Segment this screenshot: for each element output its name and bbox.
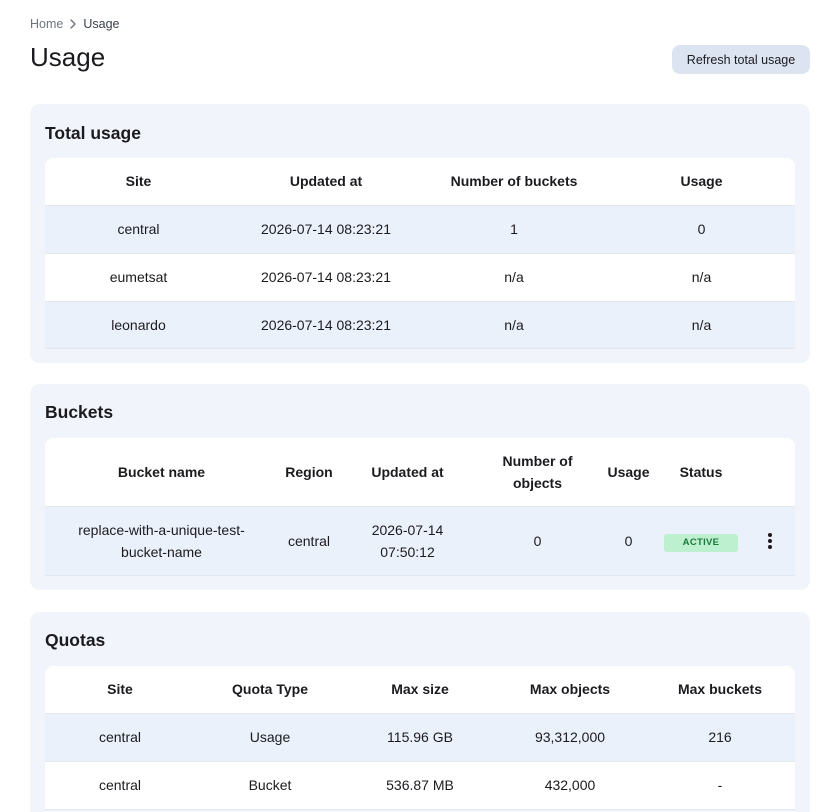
cell-site: eumetsat: [45, 253, 232, 302]
column-header-max-size: Max size: [345, 666, 495, 714]
column-header-number-of-objects: Number of objects: [475, 438, 600, 507]
status-badge: ACTIVE: [664, 534, 738, 552]
buckets-card: Buckets Bucket name Region Updated at Nu…: [30, 384, 810, 590]
cell-number-of-buckets: 1: [420, 205, 608, 254]
more-vertical-icon[interactable]: [758, 529, 782, 553]
cell-bucket-name: replace-with-a-unique-test-bucket-name: [45, 506, 278, 576]
cell-number-of-buckets: n/a: [420, 253, 608, 302]
cell-site: leonardo: [45, 301, 232, 349]
table-header-row: Site Updated at Number of buckets Usage: [45, 158, 795, 206]
breadcrumb-home-link[interactable]: Home: [30, 17, 63, 31]
cell-max-objects: 93,312,000: [495, 713, 645, 762]
column-header-max-objects: Max objects: [495, 666, 645, 714]
column-header-usage: Usage: [600, 438, 657, 507]
cell-site: central: [45, 761, 195, 810]
column-header-site: Site: [45, 666, 195, 714]
refresh-total-usage-button[interactable]: Refresh total usage: [672, 45, 810, 74]
table-row: leonardo 2026-07-14 08:23:21 n/a n/a: [45, 301, 795, 349]
column-header-site: Site: [45, 158, 232, 206]
cell-usage: 0: [600, 506, 657, 576]
quotas-title: Quotas: [45, 630, 106, 650]
cell-max-objects: 432,000: [495, 761, 645, 810]
cell-updated-at: 2026-07-14 07:50:12: [340, 506, 475, 576]
table-header-row: Bucket name Region Updated at Number of …: [45, 438, 795, 507]
cell-max-buckets: -: [645, 761, 795, 810]
cell-site: central: [45, 713, 195, 762]
column-header-quota-type: Quota Type: [195, 666, 345, 714]
cell-usage: n/a: [608, 301, 795, 349]
breadcrumb-current: Usage: [83, 17, 120, 31]
breadcrumb: Home Usage: [30, 16, 119, 32]
cell-updated-at: 2026-07-14 08:23:21: [232, 301, 420, 349]
cell-site: central: [45, 205, 232, 254]
cell-updated-at: 2026-07-14 08:23:21: [232, 205, 420, 254]
cell-actions: [745, 506, 795, 576]
cell-quota-type: Usage: [195, 713, 345, 762]
cell-max-size: 115.96 GB: [345, 713, 495, 762]
total-usage-table: Site Updated at Number of buckets Usage …: [45, 158, 795, 349]
total-usage-title: Total usage: [45, 123, 141, 143]
column-header-region: Region: [278, 438, 340, 507]
buckets-title: Buckets: [45, 402, 114, 422]
cell-usage: 0: [608, 205, 795, 254]
cell-quota-type: Bucket: [195, 761, 345, 810]
column-header-updated-at: Updated at: [232, 158, 420, 206]
cell-number-of-buckets: n/a: [420, 301, 608, 349]
column-header-max-buckets: Max buckets: [645, 666, 795, 714]
cell-usage: n/a: [608, 253, 795, 302]
column-header-updated-at: Updated at: [340, 438, 475, 507]
table-row: central Usage 115.96 GB 93,312,000 216: [45, 713, 795, 762]
table-row: central 2026-07-14 08:23:21 1 0: [45, 205, 795, 254]
cell-region: central: [278, 506, 340, 576]
table-row: replace-with-a-unique-test-bucket-name c…: [45, 506, 795, 576]
table-header-row: Site Quota Type Max size Max objects Max…: [45, 666, 795, 714]
column-header-usage: Usage: [608, 158, 795, 206]
table-row: central Bucket 536.87 MB 432,000 -: [45, 761, 795, 810]
column-header-number-of-buckets: Number of buckets: [420, 158, 608, 206]
cell-number-of-objects: 0: [475, 506, 600, 576]
chevron-right-icon: [70, 19, 77, 29]
cell-max-size: 536.87 MB: [345, 761, 495, 810]
buckets-table: Bucket name Region Updated at Number of …: [45, 438, 795, 576]
page-title: Usage: [30, 42, 106, 72]
quotas-card: Quotas Site Quota Type Max size Max obje…: [30, 612, 810, 812]
quotas-table: Site Quota Type Max size Max objects Max…: [45, 666, 795, 810]
cell-status: ACTIVE: [657, 506, 745, 576]
cell-updated-at: 2026-07-14 08:23:21: [232, 253, 420, 302]
total-usage-card: Total usage Site Updated at Number of bu…: [30, 104, 810, 363]
column-header-bucket-name: Bucket name: [45, 438, 278, 507]
table-row: eumetsat 2026-07-14 08:23:21 n/a n/a: [45, 253, 795, 302]
cell-max-buckets: 216: [645, 713, 795, 762]
column-header-actions: [745, 438, 795, 507]
column-header-status: Status: [657, 438, 745, 507]
